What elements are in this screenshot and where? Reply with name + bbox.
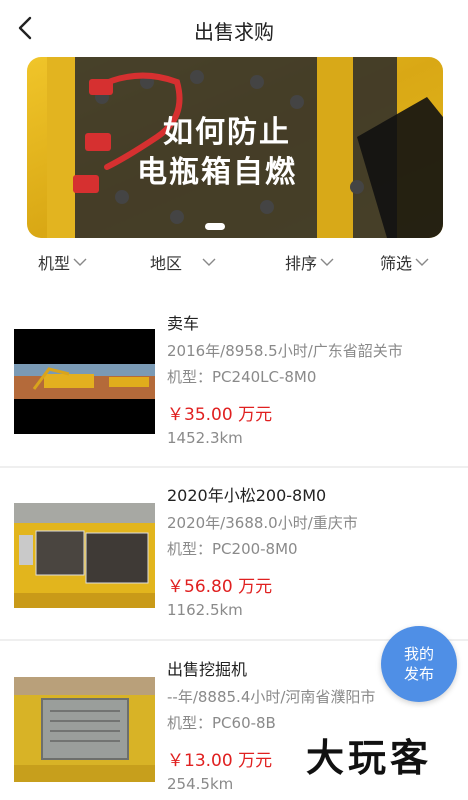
filter-label: 排序 xyxy=(285,254,318,273)
listing-photo xyxy=(14,503,155,608)
listing-meta: 2020年/3688.0小时/重庆市 xyxy=(167,514,358,532)
filter-machine-type[interactable]: 机型 xyxy=(38,250,87,274)
filter-screen[interactable]: 筛选 xyxy=(380,250,429,274)
filter-bar: 机型 地区 排序 筛选 xyxy=(0,250,468,278)
promo-banner[interactable]: 如何防止 电瓶箱自燃 xyxy=(27,57,443,238)
listing-model: 机型：PC240LC-8M0 xyxy=(167,368,317,386)
listing-distance: 1162.5km xyxy=(167,601,243,619)
listing-distance: 1452.3km xyxy=(167,429,243,447)
filter-label: 地区 xyxy=(150,254,183,273)
filter-label: 机型 xyxy=(38,254,71,273)
filter-sort[interactable]: 排序 xyxy=(285,250,334,274)
filter-region[interactable]: 地区 xyxy=(150,250,216,274)
listing-title: 卖车 xyxy=(167,314,200,333)
my-posts-button[interactable]: 我的 发布 xyxy=(381,626,457,702)
listing-photo xyxy=(14,677,155,782)
page-title: 出售求购 xyxy=(194,20,274,44)
listing-photo xyxy=(14,329,155,434)
chevron-down-icon xyxy=(320,258,334,266)
fab-label-line2: 发布 xyxy=(403,665,434,683)
chevron-down-icon xyxy=(415,258,429,266)
listing-meta: 2016年/8958.5小时/广东省韶关市 xyxy=(167,342,403,360)
divider xyxy=(0,466,468,468)
listing-price: ￥56.80 万元 xyxy=(167,577,273,597)
listing-model: 机型：PC200-8M0 xyxy=(167,540,298,558)
banner-headline-line2: 电瓶箱自燃 xyxy=(137,155,297,190)
chevron-down-icon xyxy=(202,258,216,266)
banner-headline-line1: 如何防止 xyxy=(163,115,291,150)
top-bar: 出售求购 xyxy=(0,0,468,56)
fab-label-line1: 我的 xyxy=(403,645,434,663)
watermark-text: 大玩客 xyxy=(306,735,433,780)
watermark-logo: 大玩客 xyxy=(306,733,456,783)
listing-title: 2020年小松200-8M0 xyxy=(167,486,327,505)
listing-price: ￥35.00 万元 xyxy=(167,405,273,425)
listing-model: 机型：PC60-8B xyxy=(167,714,276,732)
chevron-down-icon xyxy=(73,258,87,266)
filter-label: 筛选 xyxy=(380,254,413,273)
